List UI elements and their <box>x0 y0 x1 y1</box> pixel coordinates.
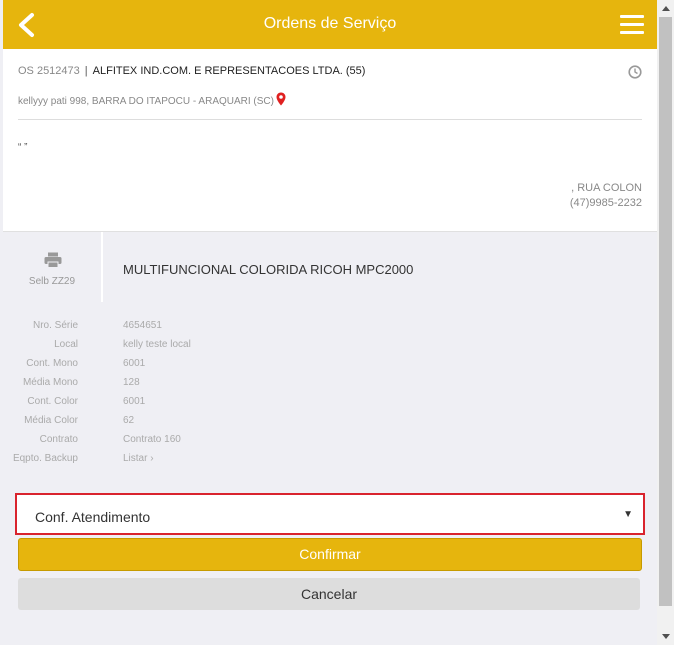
phone-number: (47)9985-2232 <box>569 197 642 209</box>
page-title: Ordens de Serviço <box>263 15 397 32</box>
detail-label: Média Color <box>24 415 78 426</box>
confirm-button[interactable]: Confirmar <box>18 538 642 571</box>
detail-row: Cont. Mono <box>0 358 78 377</box>
detail-value: kelly teste local <box>123 339 191 350</box>
street-text: , RUA COLON <box>571 182 642 194</box>
detail-row: Local <box>0 339 78 358</box>
status-select[interactable]: Conf. Atendimento ▼ <box>21 499 639 529</box>
detail-label: Média Mono <box>22 377 78 388</box>
equipment-tile: Selb ZZ29 <box>3 232 103 302</box>
scroll-down-arrow-icon[interactable] <box>657 628 674 645</box>
notes-quote: “ ” <box>18 142 28 153</box>
detail-row: Eqpto. Backup <box>0 453 78 472</box>
detail-row: Média Mono <box>0 377 78 396</box>
address-text: kellyyy pati 998, BARRA DO ITAPOCU - ARA… <box>18 96 274 107</box>
detail-label: Cont. Mono <box>26 358 78 369</box>
os-number: OS 2512473 <box>18 65 80 77</box>
equipment-code: Selb ZZ29 <box>28 276 76 287</box>
detail-row: Contrato <box>0 434 78 453</box>
cancel-button[interactable]: Cancelar <box>18 578 640 610</box>
detail-row: Média Color <box>0 415 78 434</box>
scroll-up-arrow-icon[interactable] <box>657 0 674 17</box>
company-name: ALFITEX IND.COM. E REPRESENTACOES LTDA. … <box>92 65 366 77</box>
clock-icon[interactable] <box>628 65 642 79</box>
order-card: OS 2512473 | ALFITEX IND.COM. E REPRESENTA… <box>3 49 657 232</box>
status-select-highlight: Conf. Atendimento ▼ <box>15 493 645 535</box>
equipment-section: Selb ZZ29 MULTIFUNCIONAL COLORIDA RICOH … <box>3 232 657 302</box>
list-backup-link[interactable]: Listar › <box>123 453 154 464</box>
detail-label: Eqpto. Backup <box>12 453 78 464</box>
scrollbar-thumb[interactable] <box>659 17 672 606</box>
dropdown-arrow-icon: ▼ <box>623 509 633 520</box>
divider <box>18 119 642 120</box>
detail-label: Cont. Color <box>27 396 78 407</box>
detail-row: Cont. Color <box>0 396 78 415</box>
detail-label: Contrato <box>39 434 78 445</box>
app-screen: Ordens de Serviço OS 2512473 | ALFITEX IND… <box>0 0 657 645</box>
hamburger-menu-icon[interactable] <box>620 15 644 35</box>
detail-label: Local <box>54 339 78 350</box>
printer-icon <box>44 252 62 268</box>
detail-label: Nro. Série <box>32 320 78 331</box>
equipment-model: MULTIFUNCIONAL COLORIDA RICOH MPC2000 <box>123 262 414 277</box>
order-header-line: OS 2512473 | ALFITEX IND.COM. E REPRESENTA… <box>18 65 365 77</box>
customer-address: kellyyy pati 998, BARRA DO ITAPOCU - ARA… <box>18 92 286 107</box>
header-bar: Ordens de Serviço <box>3 0 657 49</box>
vertical-scrollbar[interactable] <box>657 0 674 645</box>
detail-value: 128 <box>123 377 140 388</box>
detail-value: 4654651 <box>123 320 162 331</box>
detail-value: 62 <box>123 415 135 426</box>
detail-row: Nro. Série <box>0 320 78 339</box>
detail-value: 6001 <box>123 358 146 369</box>
detail-value: 6001 <box>123 396 146 407</box>
separator: | <box>84 65 88 77</box>
detail-value: Contrato 160 <box>123 434 181 445</box>
map-pin-icon[interactable] <box>276 92 286 106</box>
status-select-value: Conf. Atendimento <box>35 509 151 525</box>
